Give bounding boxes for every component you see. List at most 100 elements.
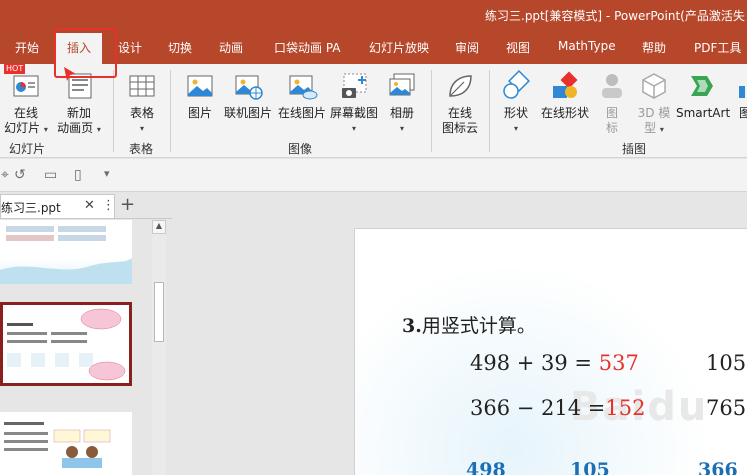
slide-thumbnail-pane: 练习三.ppt ✕ ⋮ + ▲	[0, 192, 172, 475]
group-label-images: 图像	[288, 142, 313, 156]
answer-2: 152	[605, 396, 646, 420]
tab-slideshow[interactable]: 幻灯片放映	[369, 39, 429, 56]
group-label-illustrations: 插图	[622, 142, 647, 156]
tab-animations[interactable]: 动画	[219, 39, 243, 56]
answer-1: 537	[598, 351, 639, 375]
scrollbar-thumb[interactable]	[154, 282, 164, 342]
screenshot-button[interactable]: 屏幕截图 ▾	[329, 70, 379, 136]
3d-models-label-2: 型	[644, 121, 657, 135]
thumbnail-preview	[7, 308, 126, 381]
hot-badge: HOT	[4, 64, 26, 74]
online-pictures-2-label: 在线图片	[277, 106, 326, 120]
equation-2: 366 − 214 =	[470, 396, 606, 420]
smartart-button[interactable]: SmartArt	[676, 70, 730, 121]
dropdown-arrow-icon: ▾	[351, 124, 356, 133]
shapes-icon	[500, 70, 532, 102]
question-text: 用竖式计算。	[421, 315, 536, 337]
slide-canvas[interactable]: Baidu 3.用竖式计算。 498 + 39 = 537 105 - 366 …	[354, 228, 747, 475]
photo-album-label: 相册	[389, 106, 414, 120]
online-slide-label-1: 在线	[13, 106, 38, 120]
group-label-tables: 表格	[129, 142, 154, 156]
online-pictures-button[interactable]: 联机图片	[222, 70, 274, 121]
icons-button[interactable]: 图 标	[596, 70, 628, 136]
quick-access-toolbar: ⌖ ↺ ▭ ▯ ▾	[0, 159, 747, 192]
tab-view[interactable]: 视图	[506, 39, 530, 56]
online-shapes-button[interactable]: 在线形状	[539, 70, 591, 121]
chart-icon	[735, 70, 747, 102]
vertical-calc-1: 498	[466, 459, 506, 475]
customize-toolbar-icon[interactable]: ▾	[104, 167, 110, 180]
leaf-icon	[444, 70, 476, 102]
icons-label-1: 图	[605, 106, 618, 120]
tab-mathtype[interactable]: MathType	[558, 39, 616, 53]
group-divider	[431, 70, 432, 152]
thumbnail-preview	[4, 422, 111, 468]
scroll-up-arrow-icon[interactable]: ▲	[152, 220, 166, 234]
tab-review[interactable]: 审阅	[455, 39, 479, 56]
more-options-icon[interactable]: ⋮	[102, 198, 115, 213]
title-bar: 练习三.ppt[兼容模式] - PowerPoint(产品激活失	[0, 0, 747, 30]
vertical-calc-2: 105	[570, 459, 610, 475]
window-title: 练习三.ppt[兼容模式] - PowerPoint(产品激活失	[485, 9, 745, 23]
icons-icon	[596, 70, 628, 102]
table-icon	[126, 70, 158, 102]
pointer-icon[interactable]: ⌖	[1, 167, 9, 183]
photo-album-button[interactable]: 相册 ▾	[384, 70, 420, 136]
dropdown-arrow-icon: ▾	[139, 124, 144, 133]
slide-thumbnail[interactable]	[0, 220, 132, 284]
smartart-label: SmartArt	[676, 106, 731, 120]
file-tab[interactable]: 练习三.ppt ✕ ⋮	[0, 194, 115, 218]
add-tab-icon[interactable]: +	[120, 194, 135, 215]
chart-label: 图	[738, 106, 747, 120]
online-shapes-label: 在线形状	[540, 106, 589, 120]
equation-row-2-right: 765 -	[706, 396, 747, 420]
pane-divider	[0, 218, 172, 219]
online-icon-cloud-label-2: 图标云	[441, 121, 478, 135]
dropdown-arrow-icon: ▾	[43, 125, 48, 134]
thumbnail-scrollbar[interactable]	[152, 220, 166, 475]
thumbnail-preview	[0, 226, 132, 284]
slide-thumbnail[interactable]	[0, 412, 132, 475]
redo-icon[interactable]: ↺	[14, 167, 26, 183]
group-divider	[170, 70, 171, 152]
online-slide-button[interactable]: HOT 在线 幻灯片 ▾	[2, 64, 50, 137]
slide-icon: HOT	[4, 64, 42, 102]
tab-pdf-tools[interactable]: PDF工具	[694, 39, 741, 56]
close-icon[interactable]: ✕	[84, 198, 95, 213]
tab-help[interactable]: 帮助	[642, 39, 666, 56]
table-label: 表格	[129, 106, 154, 120]
tab-transitions[interactable]: 切换	[168, 39, 192, 56]
cloud-picture-icon	[286, 70, 318, 102]
tab-design[interactable]: 设计	[118, 39, 142, 56]
document-icon[interactable]: ▯	[74, 167, 82, 183]
shapes-button[interactable]: 形状 ▾	[498, 70, 534, 136]
screenshot-icon	[338, 70, 370, 102]
smartart-icon	[687, 70, 719, 102]
slide-editor-area: Baidu 3.用竖式计算。 498 + 39 = 537 105 - 366 …	[172, 192, 747, 475]
equation-row-1: 498 + 39 = 537	[470, 351, 639, 375]
chart-button[interactable]: 图	[735, 70, 747, 121]
online-pictures-2-button[interactable]: 在线图片	[276, 70, 328, 121]
table-button[interactable]: 表格 ▾	[122, 70, 162, 136]
vertical-calc-3: 366	[698, 459, 738, 475]
new-animation-page-label-1: 新加	[66, 106, 91, 120]
online-icon-cloud-button[interactable]: 在线 图标云	[439, 70, 481, 136]
equation-row-2: 366 − 214 =152	[470, 396, 645, 420]
dropdown-arrow-icon: ▾	[513, 124, 518, 133]
3d-models-button[interactable]: 3D 模 型 ▾	[634, 70, 674, 137]
file-tab-label: 练习三.ppt	[1, 201, 61, 215]
album-icon	[386, 70, 418, 102]
slide-thumbnail-selected[interactable]	[0, 302, 132, 386]
group-label-slides: 幻灯片	[9, 142, 46, 156]
online-icon-cloud-label-1: 在线	[447, 106, 472, 120]
equation-1: 498 + 39 =	[470, 351, 593, 375]
tab-home[interactable]: 开始	[15, 39, 39, 56]
present-icon[interactable]: ▭	[44, 167, 57, 183]
picture-button[interactable]: 图片	[182, 70, 218, 121]
tab-pocket-animation[interactable]: 口袋动画 PA	[274, 39, 341, 56]
online-shapes-icon	[549, 70, 581, 102]
dropdown-arrow-icon: ▾	[399, 124, 404, 133]
online-slide-label-2: 幻灯片	[4, 121, 41, 135]
new-animation-page-button[interactable]: 新加 动画页 ▾	[53, 70, 105, 137]
picture-label: 图片	[187, 106, 212, 120]
